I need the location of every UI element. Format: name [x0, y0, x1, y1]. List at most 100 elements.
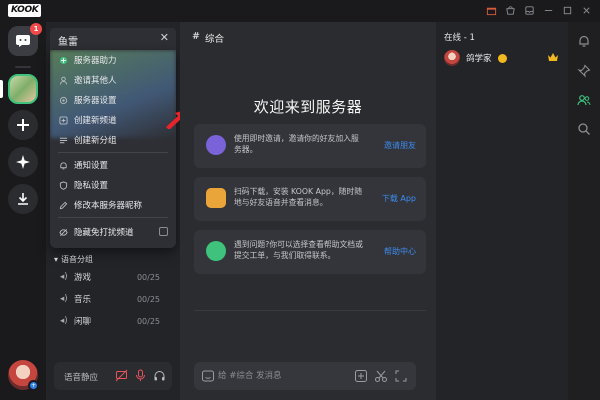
invite-friends-icon	[206, 135, 226, 155]
member-item[interactable]: 鸽学家	[444, 48, 562, 68]
inbox-icon[interactable]	[522, 3, 537, 18]
boost-icon	[58, 55, 68, 65]
emoji-icon[interactable]	[201, 369, 215, 383]
menu-item-boost[interactable]: 服务器助力	[50, 50, 176, 70]
shop-icon[interactable]	[503, 3, 518, 18]
members-icon[interactable]	[577, 93, 591, 107]
expand-icon[interactable]	[394, 369, 408, 383]
minimize-icon[interactable]	[541, 3, 556, 18]
menu-divider	[58, 152, 168, 153]
voice-controls	[115, 369, 166, 382]
menu-item-label: 隐藏免打扰频道	[74, 228, 134, 238]
maximize-icon[interactable]	[560, 3, 575, 18]
menu-item-invite[interactable]: 邀请其他人	[50, 70, 176, 90]
unread-badge: 1	[30, 23, 42, 35]
menu-divider	[58, 217, 168, 218]
invite-icon	[58, 75, 68, 85]
user-status-icon: +	[28, 380, 39, 391]
shield-icon	[58, 180, 68, 190]
member-name: 鸽学家	[466, 54, 492, 64]
add-attachment-icon[interactable]	[354, 369, 368, 383]
screen-share-off-icon[interactable]	[115, 369, 128, 382]
menu-item-label: 创建新分组	[74, 136, 117, 146]
voice-channel-item[interactable]: ◂) 闲聊 00/25	[60, 312, 164, 330]
member-avatar	[444, 50, 460, 66]
content-divider	[194, 310, 426, 311]
invite-card: 使用即时邀请，邀请你的好友加入服务器。 邀请朋友	[194, 124, 426, 168]
voice-group-header[interactable]: ▾ 语音分组	[54, 254, 93, 265]
close-icon[interactable]: ✕	[160, 31, 169, 44]
microphone-off-icon[interactable]	[134, 369, 147, 382]
window-controls	[484, 3, 594, 18]
speaker-icon: ◂)	[60, 294, 68, 304]
hide-muted-checkbox[interactable]	[159, 227, 168, 236]
discover-button[interactable]	[8, 147, 38, 177]
server-header[interactable]: 鱼雷 ✕	[50, 28, 176, 50]
caret-down-icon: ▾	[54, 255, 59, 264]
download-app-link[interactable]: 下载 App	[382, 193, 416, 204]
voice-channel-name: 闲聊	[74, 317, 92, 327]
mobile-app-icon	[206, 188, 226, 208]
notification-bell-icon[interactable]	[577, 34, 591, 48]
download-button[interactable]	[8, 184, 38, 214]
scissors-icon[interactable]	[374, 369, 388, 383]
channel-name: 综合	[204, 34, 224, 45]
card-text: 扫码下载，安装 KOOK App，随时随地与好友语音并查看消息。	[234, 187, 363, 207]
invite-friends-link[interactable]: 邀请朋友	[384, 140, 416, 151]
download-card: 扫码下载，安装 KOOK App，随时随地与好友语音并查看消息。 下载 App	[194, 177, 426, 221]
menu-item-edit-nickname[interactable]: 修改本服务器昵称	[50, 195, 176, 215]
crown-icon	[548, 53, 558, 61]
channel-header: # 综合	[192, 31, 224, 45]
pin-icon[interactable]	[577, 64, 591, 78]
message-composer	[194, 362, 416, 390]
menu-item-hide-muted[interactable]: 隐藏免打扰频道	[50, 222, 176, 242]
voice-channel-name: 音乐	[74, 295, 92, 305]
voice-channel-count: 00/25	[136, 294, 160, 304]
speaker-icon: ◂)	[60, 272, 68, 282]
rail-divider	[15, 66, 31, 68]
menu-item-create-group[interactable]: 创建新分组	[50, 130, 176, 150]
voice-status-label: 语音静应	[64, 373, 99, 383]
menu-item-label: 通知设置	[74, 161, 109, 171]
right-toolbar	[568, 22, 600, 400]
add-group-icon	[58, 135, 68, 145]
help-card: 遇到问题?你可以选择查看帮助文档或提交工单，与我们取得联系。 帮助中心	[194, 230, 426, 274]
menu-item-server-settings[interactable]: 服务器设置	[50, 90, 176, 110]
search-icon[interactable]	[577, 122, 591, 136]
card-text: 使用即时邀请，邀请你的好友加入服务器。	[234, 134, 359, 154]
welcome-title: 欢迎来到服务器	[253, 98, 363, 116]
edit-icon	[58, 200, 68, 210]
bell-icon	[58, 160, 68, 170]
menu-item-label: 修改本服务器昵称	[74, 201, 143, 211]
voice-channel-item[interactable]: ◂) 游戏 00/25	[60, 268, 164, 286]
message-input[interactable]	[218, 368, 338, 384]
close-window-icon[interactable]	[579, 3, 594, 18]
app-logo: KOOK	[8, 4, 42, 17]
menu-item-notifications[interactable]: 通知设置	[50, 155, 176, 175]
server-rail: 1 +	[0, 22, 46, 400]
help-chat-icon	[206, 241, 226, 261]
menu-item-label: 隐私设置	[74, 181, 109, 191]
server-icon[interactable]	[8, 74, 38, 104]
eye-off-icon	[58, 227, 68, 237]
gift-icon[interactable]	[484, 3, 499, 18]
headphones-icon[interactable]	[153, 369, 166, 382]
direct-messages-button[interactable]: 1	[8, 23, 42, 56]
voice-channel-count: 00/25	[136, 316, 160, 326]
hash-icon: #	[192, 31, 200, 42]
sparkle-icon	[16, 155, 30, 169]
server-name: 鱼雷	[58, 37, 78, 48]
voice-channel-count: 00/25	[136, 272, 160, 282]
settings-icon	[58, 95, 68, 105]
menu-item-create-channel[interactable]: 创建新频道	[50, 110, 176, 130]
help-center-link[interactable]: 帮助中心	[384, 246, 416, 257]
download-icon	[18, 193, 28, 205]
main-content: # 综合 欢迎来到服务器 使用即时邀请，邀请你的好友加入服务器。 邀请朋友 扫码…	[180, 22, 436, 400]
menu-item-label: 服务器助力	[74, 56, 117, 66]
menu-item-privacy[interactable]: 隐私设置	[50, 175, 176, 195]
voice-channel-item[interactable]: ◂) 音乐 00/25	[60, 290, 164, 308]
server-menu: 服务器助力 邀请其他人 服务器设置 创建新频道 创建新分组 通知设置 隐私设置	[50, 50, 176, 248]
verified-badge-icon	[497, 53, 507, 63]
speaker-icon: ◂)	[60, 316, 68, 326]
add-server-button[interactable]	[8, 110, 38, 140]
